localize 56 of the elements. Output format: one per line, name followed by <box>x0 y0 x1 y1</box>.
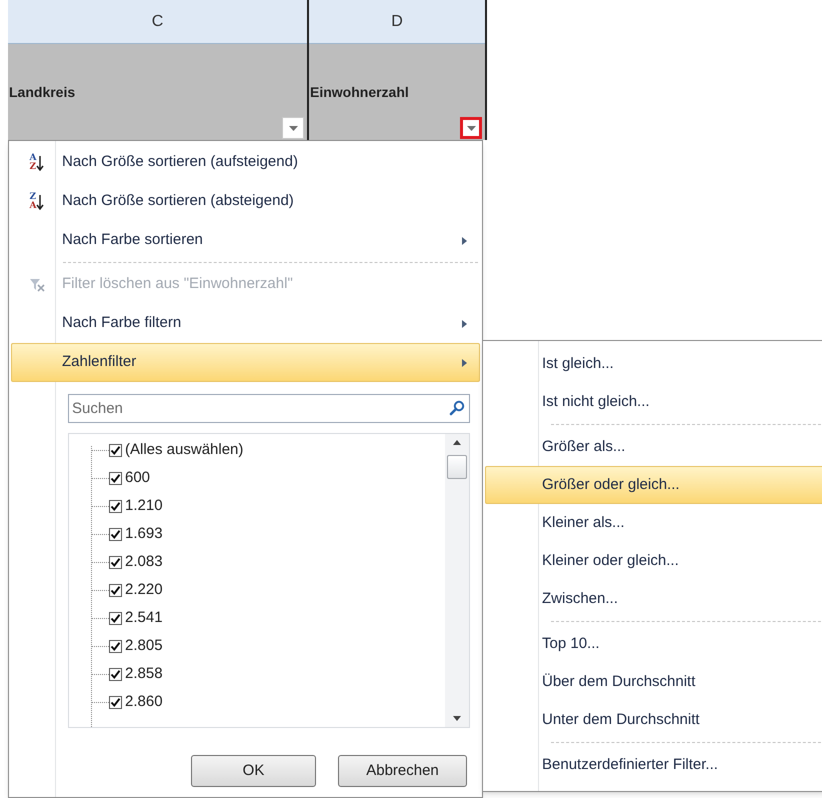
header-text: Landkreis <box>9 83 76 102</box>
submenu-item[interactable]: Ist gleich... <box>485 345 822 383</box>
submenu-arrow-icon <box>462 358 467 366</box>
submenu-item[interactable]: Größer oder gleich... <box>485 466 822 504</box>
column-header[interactable]: D <box>309 0 485 44</box>
filter-dropdown-button[interactable] <box>282 117 304 139</box>
submenu-item[interactable]: Ist nicht gleich... <box>485 383 822 421</box>
ok-button[interactable]: OK <box>191 755 316 787</box>
checkbox-label: 2.083 <box>125 552 163 572</box>
submenu-item[interactable]: Unter dem Durchschnitt <box>485 701 822 739</box>
search-icon <box>449 400 465 416</box>
checkbox[interactable] <box>109 612 122 624</box>
menu-item[interactable]: Nach Farbe sortieren <box>11 221 480 260</box>
checkbox-label: 2.860 <box>125 692 163 712</box>
checkbox[interactable] <box>109 696 122 708</box>
checkbox[interactable] <box>109 556 122 568</box>
scroll-thumb[interactable] <box>447 455 467 479</box>
checkbox-label: 2.805 <box>125 636 163 656</box>
caret-icon <box>466 126 476 130</box>
cancel-button[interactable]: Abbrechen <box>338 755 467 787</box>
clear-filter-icon <box>29 278 45 292</box>
checkbox-label: 2.858 <box>125 664 163 684</box>
checkbox-label: 1.210 <box>125 496 163 516</box>
submenu-arrow-icon <box>462 320 467 328</box>
menu-item[interactable]: Z A Nach Größe sortieren (absteigend) <box>11 182 480 221</box>
submenu-item[interactable]: Zwischen... <box>485 580 822 618</box>
checkbox[interactable] <box>109 528 122 540</box>
checkbox[interactable] <box>109 668 122 680</box>
submenu-item[interactable]: Top 10... <box>485 625 822 663</box>
checkbox[interactable] <box>109 640 122 652</box>
checkbox-label: 2.541 <box>125 608 163 628</box>
submenu-item[interactable]: Kleiner oder gleich... <box>485 542 822 580</box>
checkbox[interactable] <box>109 500 122 512</box>
scroll-up-icon[interactable] <box>453 440 461 445</box>
submenu-arrow-icon <box>462 236 467 244</box>
scrollbar[interactable] <box>445 434 469 727</box>
search-field[interactable]: Suchen <box>68 394 470 423</box>
column-header[interactable]: C <box>8 0 307 44</box>
caret-icon <box>288 126 298 130</box>
checkbox-label: 1.693 <box>125 524 163 544</box>
submenu-item[interactable]: Kleiner als... <box>485 504 822 542</box>
menu-item[interactable]: Nach Farbe filtern <box>11 304 480 343</box>
submenu-item[interactable]: Über dem Durchschnitt <box>485 663 822 701</box>
scroll-down-icon[interactable] <box>453 716 461 721</box>
submenu-item[interactable]: Benutzerdefinierter Filter... <box>485 746 822 784</box>
menu-item[interactable]: Zahlenfilter <box>11 343 480 382</box>
checkbox-label: 2.220 <box>125 580 163 600</box>
submenu-item[interactable]: Größer als... <box>485 428 822 466</box>
checkbox[interactable] <box>109 444 122 456</box>
menu-item[interactable]: A Z Nach Größe sortieren (aufsteigend) <box>11 143 480 182</box>
checkbox-label: (Alles auswählen) <box>125 440 244 460</box>
checkbox-label: 600 <box>125 468 150 488</box>
header-text: Einwohnerzahl <box>310 83 409 102</box>
checkbox[interactable] <box>109 472 122 484</box>
filter-dropdown-button[interactable] <box>460 117 482 139</box>
checkbox[interactable] <box>109 584 122 596</box>
